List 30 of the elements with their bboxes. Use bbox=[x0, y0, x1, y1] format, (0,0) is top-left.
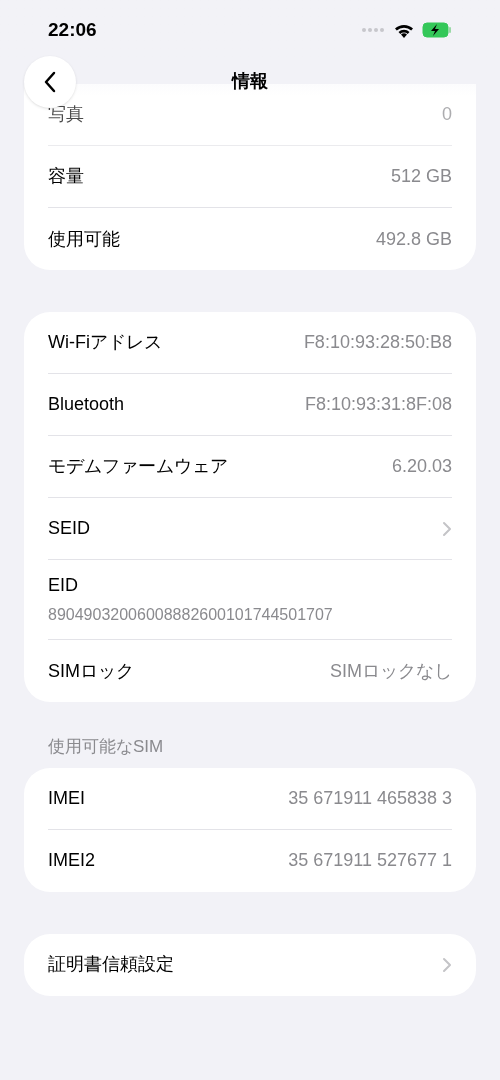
row-value: F8:10:93:28:50:B8 bbox=[303, 331, 452, 354]
row-label: IMEI2 bbox=[48, 849, 95, 872]
row-value: SIMロックなし bbox=[330, 659, 452, 683]
back-icon bbox=[44, 70, 56, 93]
row-value: 35 671911 527677 1 bbox=[288, 849, 452, 872]
row-label: Wi-Fiアドレス bbox=[48, 331, 162, 354]
battery-charging-icon bbox=[422, 22, 452, 39]
row-label: モデムファームウェア bbox=[48, 455, 228, 478]
row-label: EID bbox=[48, 574, 79, 597]
row-value: 35 671911 465838 3 bbox=[288, 786, 452, 810]
row-value: 0 bbox=[442, 103, 452, 126]
row-value: 512 GB bbox=[390, 165, 452, 188]
list-item[interactable]: 証明書信頼設定 bbox=[48, 933, 452, 996]
nav-title: 情報 bbox=[232, 70, 268, 93]
row-value: F8:10:93:31:8F:08 bbox=[304, 393, 452, 416]
section-header: 使用可能なSIM bbox=[47, 736, 165, 758]
row-value: 6.20.03 bbox=[391, 455, 452, 478]
status-time: 22:06 bbox=[48, 18, 97, 42]
list-item[interactable]: SEID bbox=[48, 498, 452, 560]
wifi-icon bbox=[394, 22, 414, 38]
row-label: Bluetooth bbox=[48, 393, 125, 416]
row-label: 使用可能 bbox=[48, 227, 120, 251]
signal-icon bbox=[362, 28, 386, 33]
row-label: IMEI bbox=[48, 786, 85, 810]
chevron-icon bbox=[442, 956, 452, 973]
chevron-icon bbox=[442, 520, 452, 537]
row-label: SIMロック bbox=[48, 659, 134, 683]
row-label: 容量 bbox=[48, 165, 84, 188]
row-value: 89049032006008882600101744501707 bbox=[48, 605, 334, 625]
row-value: 492.8 GB bbox=[375, 227, 452, 251]
